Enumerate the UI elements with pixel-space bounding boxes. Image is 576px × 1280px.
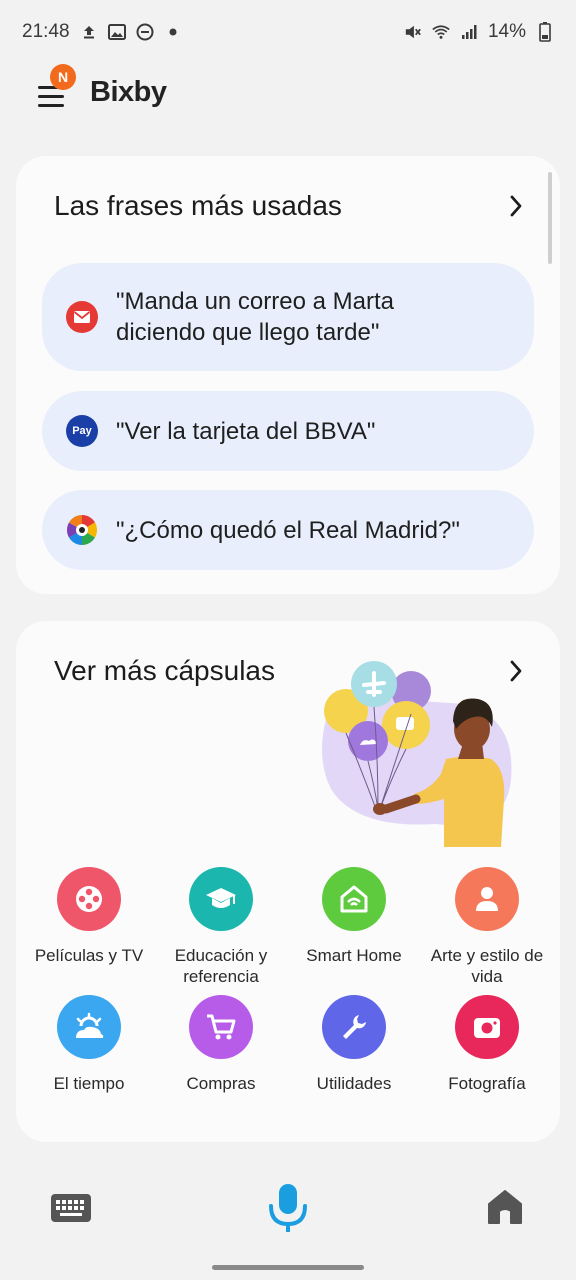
battery-percent: 14% — [487, 21, 526, 42]
clock: 21:48 — [22, 21, 70, 42]
camera-icon — [455, 995, 519, 1059]
capsule-utilities[interactable]: Utilidades — [287, 995, 421, 1094]
phrase-line: diciendo que llego tarde" — [116, 319, 380, 346]
gesture-handle[interactable] — [212, 1265, 364, 1270]
capsule-label: El tiempo — [53, 1074, 125, 1093]
phrase-text: "Ver la tarjeta del BBVA" — [116, 417, 376, 445]
capsule-label: Películas y TV — [34, 946, 144, 965]
pay-icon-text: Pay — [72, 425, 92, 437]
app-header: N Bixby — [0, 64, 576, 128]
pay-icon: Pay — [66, 415, 98, 447]
upload-icon — [80, 23, 98, 41]
graduation-cap-icon — [189, 867, 253, 931]
phrase-item[interactable]: "Manda un correo a Marta diciendo que ll… — [42, 263, 534, 371]
capsules-title[interactable]: Ver más cápsulas — [54, 655, 275, 687]
home-button[interactable] — [486, 1188, 524, 1226]
cart-icon — [189, 995, 253, 1059]
battery-icon — [536, 22, 554, 42]
capsule-label: Smart Home — [306, 946, 402, 965]
laliga-icon — [66, 514, 98, 546]
film-reel-icon — [57, 867, 121, 931]
capsules-card: Ver más cápsulas Películas y TV Educació… — [16, 621, 560, 1142]
capsule-photography[interactable]: Fotografía — [420, 995, 554, 1094]
capsule-weather[interactable]: El tiempo — [22, 995, 156, 1094]
keyboard-icon — [51, 1194, 91, 1222]
capsule-label: Arte y estilo de vida — [430, 946, 544, 986]
phrase-item[interactable]: Pay "Ver la tarjeta del BBVA" — [42, 391, 534, 471]
signal-icon — [460, 23, 478, 41]
home-icon — [488, 1190, 522, 1224]
status-left: 21:48 — [22, 21, 182, 43]
email-icon — [66, 301, 98, 333]
person-icon — [455, 867, 519, 931]
dnd-icon — [136, 23, 154, 41]
capsule-label: Fotografía — [448, 1074, 526, 1093]
phrases-card: Las frases más usadas "Manda un correo a… — [16, 156, 560, 594]
capsule-label: Utilidades — [316, 1074, 392, 1093]
menu-icon-bar — [38, 104, 64, 107]
capsule-movies-tv[interactable]: Películas y TV — [22, 867, 156, 966]
status-bar: 21:48 14% — [0, 0, 576, 64]
menu-icon-bar — [38, 95, 64, 98]
wifi-icon — [432, 23, 450, 41]
capsule-smart-home[interactable]: Smart Home — [287, 867, 421, 966]
capsule-label: Compras — [186, 1074, 256, 1093]
phrase-text: "Manda un correo a Marta diciendo que ll… — [116, 286, 394, 348]
weather-icon — [57, 995, 121, 1059]
capsule-shopping[interactable]: Compras — [154, 995, 288, 1094]
app-title: Bixby — [90, 76, 167, 108]
phrase-item[interactable]: "¿Cómo quedó el Real Madrid?" — [42, 490, 534, 570]
phrases-title[interactable]: Las frases más usadas — [54, 190, 342, 222]
capsule-label: Educación y referencia — [174, 946, 268, 986]
capsule-art-lifestyle[interactable]: Arte y estilo de vida — [420, 867, 554, 987]
mute-icon — [404, 23, 422, 41]
microphone-icon — [269, 1184, 307, 1232]
status-right: 14% — [404, 21, 554, 43]
capsule-education[interactable]: Educación y referencia — [154, 867, 288, 987]
dot-icon — [164, 23, 182, 41]
smart-home-icon — [322, 867, 386, 931]
keyboard-button[interactable] — [50, 1192, 92, 1224]
balloons-illustration — [322, 661, 512, 847]
notification-badge: N — [50, 64, 76, 90]
phrase-line: "Manda un correo a Marta — [116, 288, 394, 315]
image-icon — [107, 23, 126, 41]
bottom-bar — [0, 1160, 576, 1260]
phrase-text: "¿Cómo quedó el Real Madrid?" — [116, 516, 460, 544]
chevron-right-icon[interactable] — [508, 194, 524, 218]
scrollbar[interactable] — [548, 172, 552, 264]
wrench-icon — [322, 995, 386, 1059]
voice-button[interactable] — [266, 1182, 310, 1234]
